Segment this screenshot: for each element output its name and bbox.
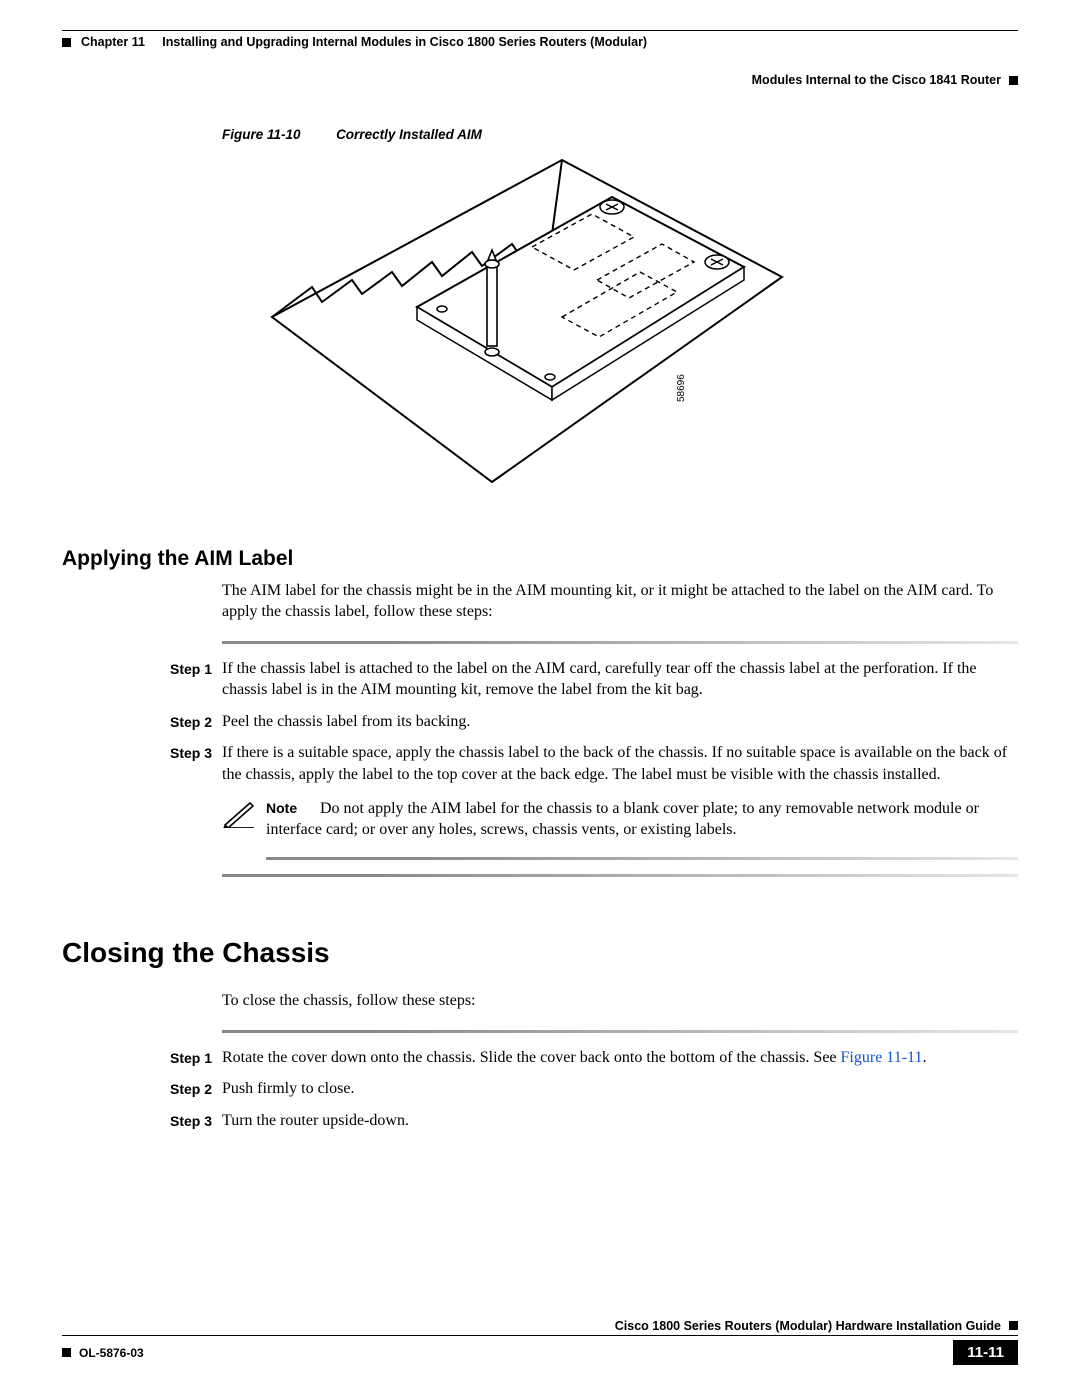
footer-doc-id: OL-5876-03	[79, 1346, 144, 1360]
step-label: Step 3	[62, 1110, 222, 1131]
step-label: Step 2	[62, 1078, 222, 1099]
step-row: Step 1 Rotate the cover down onto the ch…	[62, 1047, 1018, 1069]
step-body: Turn the router upside-down.	[222, 1110, 1018, 1132]
header-left: Chapter 11 Installing and Upgrading Inte…	[62, 35, 647, 49]
note-body: Do not apply the AIM label for the chass…	[266, 800, 979, 839]
divider-rule	[222, 1030, 1018, 1033]
figure-label: Figure 11-10	[222, 127, 301, 142]
section1-intro: The AIM label for the chassis might be i…	[222, 581, 1018, 623]
step-label: Step 2	[62, 711, 222, 732]
bullet-square-icon	[62, 1348, 71, 1357]
page-number: 11-11	[953, 1340, 1018, 1365]
header-right: Modules Internal to the Cisco 1841 Route…	[752, 73, 1018, 87]
note-pencil-icon	[222, 798, 266, 833]
step-label: Step 1	[62, 658, 222, 679]
figure-caption: Figure 11-10 Correctly Installed AIM	[222, 127, 1018, 142]
subheading-apply-aim-label: Applying the AIM Label	[62, 547, 1018, 571]
step-row: Step 2 Push firmly to close.	[62, 1078, 1018, 1100]
section-title: Modules Internal to the Cisco 1841 Route…	[752, 73, 1001, 87]
step-row: Step 3 If there is a suitable space, app…	[62, 742, 1018, 785]
figure-art-number: 58696	[676, 374, 687, 402]
figure-link[interactable]: Figure 11-11	[841, 1049, 923, 1066]
divider-rule	[222, 641, 1018, 644]
chapter-number: Chapter 11	[81, 35, 145, 49]
page-footer: Cisco 1800 Series Routers (Modular) Hard…	[62, 1319, 1018, 1366]
figure-title: Correctly Installed AIM	[336, 127, 482, 142]
note-block: Note Do not apply the AIM label for the …	[222, 798, 1018, 841]
note-label: Note	[266, 799, 316, 818]
step-body: If the chassis label is attached to the …	[222, 658, 1018, 701]
step-label: Step 1	[62, 1047, 222, 1068]
step-body: If there is a suitable space, apply the …	[222, 742, 1018, 785]
divider-rule	[266, 857, 1018, 860]
aim-board-illustration	[262, 152, 792, 492]
step-body: Rotate the cover down onto the chassis. …	[222, 1047, 1018, 1069]
bullet-square-icon	[1009, 76, 1018, 85]
step-label: Step 3	[62, 742, 222, 763]
step-row: Step 2 Peel the chassis label from its b…	[62, 711, 1018, 733]
heading-closing-chassis: Closing the Chassis	[62, 937, 1018, 969]
figure-illustration	[262, 152, 1018, 497]
chapter-title: Installing and Upgrading Internal Module…	[162, 35, 647, 49]
section2-intro: To close the chassis, follow these steps…	[222, 991, 1018, 1012]
divider-rule	[222, 874, 1018, 877]
bullet-square-icon	[1009, 1321, 1018, 1330]
step-row: Step 1 If the chassis label is attached …	[62, 658, 1018, 701]
footer-guide-title: Cisco 1800 Series Routers (Modular) Hard…	[615, 1319, 1001, 1333]
step-row: Step 3 Turn the router upside-down.	[62, 1110, 1018, 1132]
step-body: Push firmly to close.	[222, 1078, 1018, 1100]
step-body: Peel the chassis label from its backing.	[222, 711, 1018, 733]
bullet-square-icon	[62, 38, 71, 47]
